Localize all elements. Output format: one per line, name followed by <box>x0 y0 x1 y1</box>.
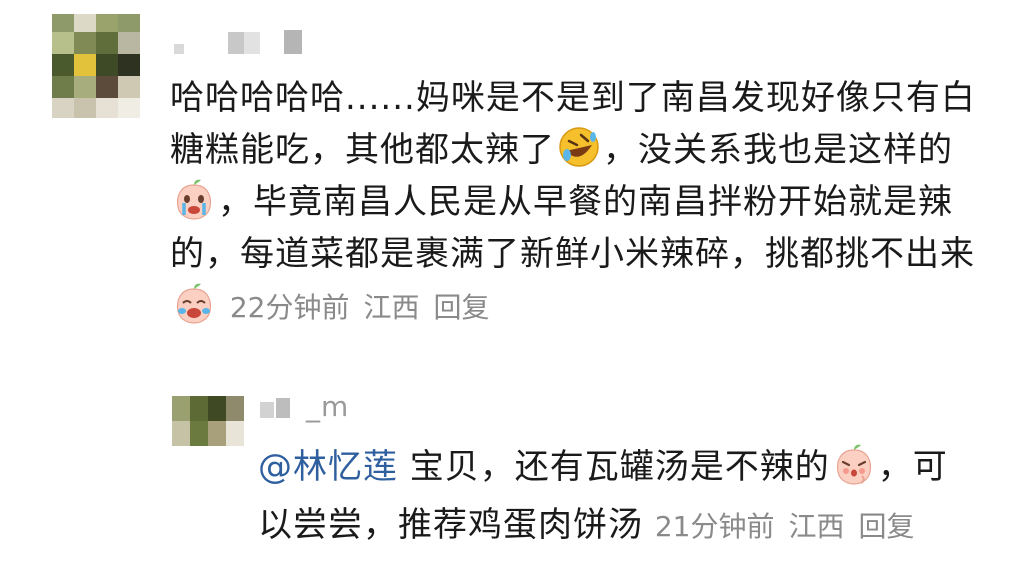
reply-body: @林忆莲 宝贝，还有瓦罐汤是不辣的 ，可以尝尝，推荐鸡蛋肉饼汤 21分钟前 江西 回复 <box>258 438 978 556</box>
comment-reply-button[interactable]: 回复 <box>433 291 489 324</box>
crying-peach-icon <box>172 281 216 325</box>
commenter-username-redacted[interactable] <box>170 26 320 56</box>
comment-time: 22分钟前 <box>229 291 350 324</box>
shy-peach-icon <box>832 442 876 486</box>
reply-text-part1: 宝贝，还有瓦罐汤是不辣的 <box>398 447 830 487</box>
comment-meta: 22分钟前 江西 回复 <box>230 291 504 324</box>
mention-link[interactable]: @林忆莲 <box>258 447 398 487</box>
reply-reply-button[interactable]: 回复 <box>858 510 914 543</box>
replier-avatar[interactable] <box>172 396 244 446</box>
comment-text-part2: ，没关系我也是这样的 <box>603 130 953 170</box>
commenter-avatar[interactable] <box>52 14 140 118</box>
comment-location: 江西 <box>363 291 420 324</box>
rofl-emoji-icon <box>557 125 601 169</box>
replier-username-visible: _m <box>306 390 350 423</box>
replier-username[interactable]: _m <box>260 390 400 424</box>
reply-meta: 21分钟前 江西 回复 <box>655 510 929 543</box>
reply-location: 江西 <box>788 510 845 543</box>
crying-peach-icon <box>172 177 216 221</box>
reply-time: 21分钟前 <box>654 510 775 543</box>
comment-text-part3: ，毕竟南昌人民是从早餐的南昌拌粉开始就是辣的，每道菜都是裹满了新鲜小米辣碎，挑都… <box>170 182 975 274</box>
comment-body: 哈哈哈哈哈......妈咪是不是到了南昌发现好像只有白糖糕能吃，其他都太辣了 ，没… <box>170 72 990 334</box>
